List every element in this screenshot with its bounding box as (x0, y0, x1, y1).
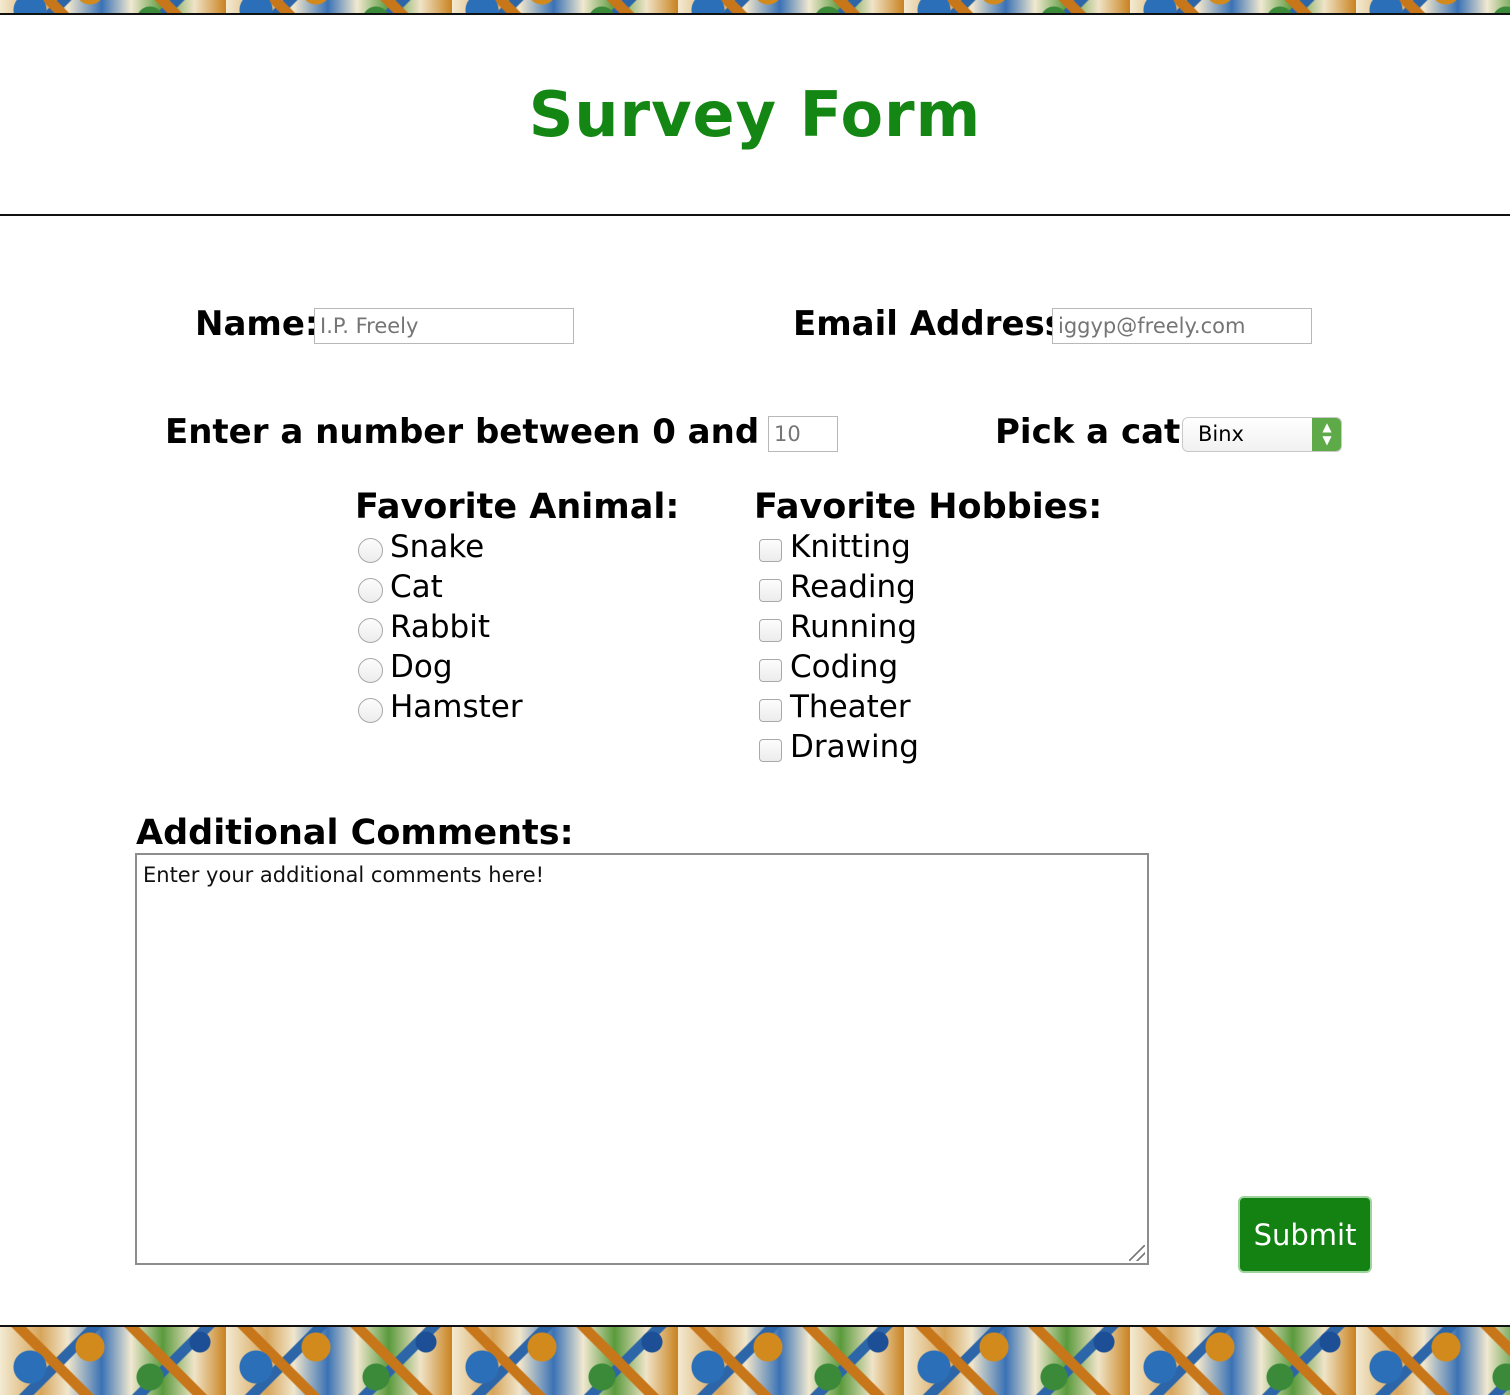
cat-select[interactable]: Binx ▲ ▼ (1182, 417, 1342, 452)
hobby-checkbox-reading[interactable] (759, 578, 782, 602)
name-label: Name: (195, 304, 319, 344)
animal-radio-rabbit[interactable] (358, 617, 383, 643)
hobby-label-running: Running (790, 609, 918, 645)
page-title: Survey Form (528, 78, 982, 151)
hobby-label-drawing: Drawing (790, 729, 919, 765)
decorative-tile-banner-top (0, 0, 1510, 15)
hobby-label-coding: Coding (790, 649, 899, 685)
favorite-hobbies-list: Knitting Reading Running Coding Theater … (755, 527, 919, 767)
favorite-animal-list: Snake Cat Rabbit Dog Hamster (355, 527, 523, 727)
cat-select-label: Pick a cat: (995, 412, 1194, 452)
hobby-option-theater[interactable]: Theater (755, 687, 919, 727)
hobby-option-coding[interactable]: Coding (755, 647, 919, 687)
number-label: Enter a number between 0 and 25: (165, 412, 832, 452)
animal-option-dog[interactable]: Dog (355, 647, 523, 687)
animal-option-snake[interactable]: Snake (355, 527, 523, 567)
animal-option-hamster[interactable]: Hamster (355, 687, 523, 727)
email-label: Email Address: (793, 304, 1079, 344)
favorite-hobbies-heading: Favorite Hobbies: (754, 487, 1103, 527)
hobby-label-knitting: Knitting (790, 529, 911, 565)
animal-radio-hamster[interactable] (358, 697, 383, 723)
hobby-option-knitting[interactable]: Knitting (755, 527, 919, 567)
animal-label-hamster: Hamster (390, 689, 523, 725)
animal-option-rabbit[interactable]: Rabbit (355, 607, 523, 647)
animal-label-snake: Snake (390, 529, 485, 565)
decorative-tile-banner-bottom (0, 1325, 1510, 1395)
email-input[interactable] (1052, 308, 1312, 344)
resize-grip-icon[interactable] (1129, 1245, 1145, 1261)
animal-label-rabbit: Rabbit (390, 609, 490, 645)
hobby-checkbox-theater[interactable] (759, 698, 782, 722)
hobby-checkbox-coding[interactable] (759, 658, 782, 682)
animal-label-cat: Cat (390, 569, 443, 605)
animal-radio-dog[interactable] (358, 657, 383, 683)
number-input[interactable] (768, 416, 838, 452)
hobby-checkbox-running[interactable] (759, 618, 782, 642)
comments-textarea[interactable] (135, 853, 1149, 1265)
favorite-animal-heading: Favorite Animal: (355, 487, 680, 527)
hobby-label-reading: Reading (790, 569, 916, 605)
animal-option-cat[interactable]: Cat (355, 567, 523, 607)
hobby-option-reading[interactable]: Reading (755, 567, 919, 607)
cat-select-value: Binx (1198, 422, 1244, 446)
hobby-checkbox-drawing[interactable] (759, 738, 782, 762)
animal-label-dog: Dog (390, 649, 453, 685)
hobby-option-drawing[interactable]: Drawing (755, 727, 919, 767)
hobby-checkbox-knitting[interactable] (759, 538, 782, 562)
name-input[interactable] (314, 308, 574, 344)
page-header: Survey Form (0, 15, 1510, 216)
animal-radio-snake[interactable] (358, 537, 383, 563)
animal-radio-cat[interactable] (358, 577, 383, 603)
comments-label: Additional Comments: (136, 813, 574, 853)
hobby-option-running[interactable]: Running (755, 607, 919, 647)
submit-button[interactable]: Submit (1238, 1196, 1372, 1273)
hobby-label-theater: Theater (790, 689, 911, 725)
chevron-up-down-icon: ▲ ▼ (1312, 418, 1341, 451)
